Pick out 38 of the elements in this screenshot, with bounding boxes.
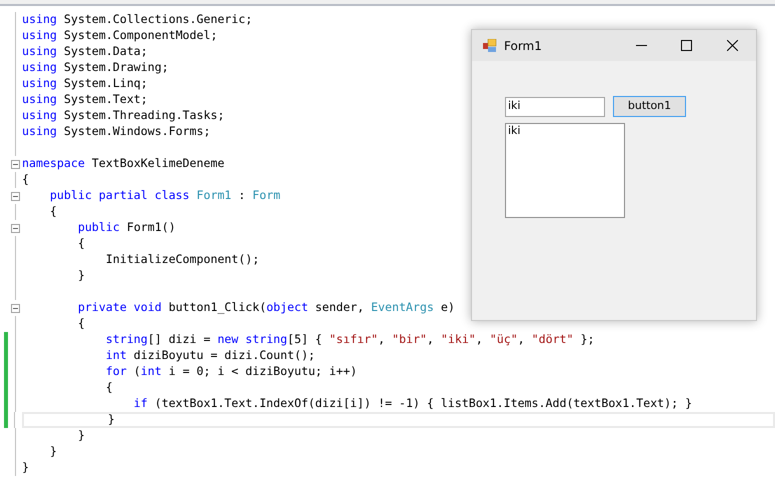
code-line: { (76, 316, 85, 332)
code-line: for (int i = 0; i < diziBoyutu; i++) (104, 364, 358, 380)
code-line: } (22, 460, 29, 476)
list-item[interactable]: iki (508, 124, 622, 138)
code-line: using System.Windows.Forms; (22, 124, 210, 140)
code-line: { (48, 204, 57, 220)
code-line: string[] dizi = new string[5] { "sıfır", "bir", "iki", "üç", "dört" }; (104, 332, 594, 348)
code-line: { (22, 172, 29, 188)
code-line: namespace TextBoxKelimeDeneme (22, 156, 224, 172)
code-line: { (76, 236, 85, 252)
code-line: using System.Drawing; (22, 60, 169, 76)
collapse-icon[interactable] (10, 304, 20, 312)
app-icon (483, 38, 497, 52)
code-line: using System.Data; (22, 44, 148, 60)
minimize-icon[interactable] (636, 44, 647, 46)
collapse-icon[interactable] (10, 160, 20, 168)
window-title: Form1 (504, 38, 542, 54)
code-line: using System.Collections.Generic; (22, 12, 252, 28)
collapse-icon[interactable] (10, 224, 20, 232)
collapse-icon[interactable] (10, 192, 20, 200)
code-line: public Form1() (76, 220, 176, 236)
code-line: using System.Threading.Tasks; (22, 108, 224, 124)
code-line: public partial class Form1 : Form (48, 188, 280, 204)
code-line: using System.Linq; (22, 76, 148, 92)
code-line: } (48, 444, 57, 460)
code-line: InitializeComponent(); (104, 252, 260, 268)
button1-button[interactable]: button1 (613, 96, 686, 117)
code-line: if (textBox1.Text.IndexOf(dizi[i]) != -1) { listBox1.Items.Add(textBox1.Text); } (132, 396, 692, 412)
close-icon[interactable] (727, 40, 738, 51)
code-line: using System.Text; (22, 92, 148, 108)
code-line: } (76, 428, 85, 444)
code-line: private void button1_Click(object sender, EventArgs e) (76, 300, 455, 316)
code-line: { (104, 380, 113, 396)
code-line: } (76, 268, 85, 284)
code-line: int diziBoyutu = dizi.Count(); (104, 348, 316, 364)
text-input[interactable]: iki (505, 96, 605, 116)
maximize-icon[interactable] (681, 40, 692, 51)
code-line: using System.ComponentModel; (22, 28, 218, 44)
